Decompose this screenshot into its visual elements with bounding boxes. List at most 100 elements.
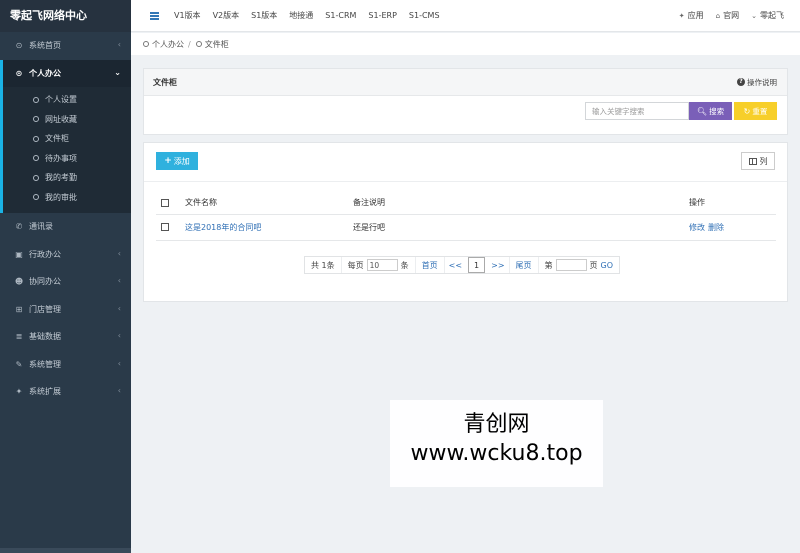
help-link[interactable]: ? 操作说明 <box>737 77 777 88</box>
actions-cell: 修改 删除 <box>689 214 776 241</box>
menu-toggle-icon[interactable] <box>150 11 162 20</box>
top-link-s1-cms[interactable]: S1-CMS <box>409 11 440 20</box>
reset-button[interactable]: ↻ 重置 <box>734 102 777 120</box>
sidebar-subitem-file-cabinet[interactable]: 文件柜 <box>3 129 131 149</box>
sidebar-item-collaboration[interactable]: ☻ 协同办公 ‹ <box>0 268 131 296</box>
file-name-link[interactable]: 这是2018年的合同吧 <box>185 223 261 232</box>
top-link-apps[interactable]: ✦ 应用 <box>679 10 704 21</box>
chevron-left-icon: ‹ <box>117 276 121 285</box>
top-right-menu: ✦ 应用 ⌂ 官网 ⌄ 零起飞 <box>679 10 800 21</box>
rocket-icon: ✦ <box>15 387 23 397</box>
chevron-down-icon: ⌄ <box>751 11 757 20</box>
jump-unit: 页 <box>589 260 598 270</box>
search-input[interactable] <box>585 102 689 120</box>
pagination: 共 1条 每页 条 首页 << 1 >> 尾页 第 页 GO <box>304 256 621 274</box>
pager-total: 共 1条 <box>305 257 342 273</box>
table-row: 这是2018年的合同吧 还是行吧 修改 删除 <box>156 214 776 241</box>
columns-icon <box>748 157 757 165</box>
top-link-s1-crm[interactable]: S1-CRM <box>325 11 356 20</box>
sidebar-subitem-settings[interactable]: 个人设置 <box>3 90 131 110</box>
reset-button-label: 重置 <box>752 106 768 116</box>
pager-pages: << 1 >> <box>445 257 510 273</box>
top-link-s1-erp[interactable]: S1-ERP <box>368 11 397 20</box>
per-page-label: 每页 <box>347 260 364 270</box>
per-page-input[interactable] <box>366 259 398 271</box>
dashboard-icon: ⊙ <box>15 41 23 51</box>
sidebar-item-personal-office[interactable]: ⊙ 个人办公 ⌄ <box>0 59 131 87</box>
sidebar-item-system-extension[interactable]: ✦ 系统扩展 ‹ <box>0 378 131 406</box>
per-page-unit: 条 <box>400 260 409 270</box>
breadcrumb-item-personal-office[interactable]: 个人办公 <box>152 39 184 50</box>
delete-link[interactable]: 删除 <box>708 223 724 232</box>
jump-page-input[interactable] <box>555 259 587 271</box>
watermark-line-2: www.wcku8.top <box>410 441 583 466</box>
select-all-checkbox[interactable] <box>161 198 169 207</box>
target-icon: ⊙ <box>15 68 23 78</box>
circle-icon <box>33 116 39 123</box>
row-select-cell <box>156 214 185 241</box>
columns-button-label: 列 <box>759 156 768 166</box>
jump-go-button[interactable]: GO <box>601 261 614 270</box>
edit-link[interactable]: 修改 <box>689 223 705 232</box>
sidebar-subitem-attendance[interactable]: 我的考勤 <box>3 168 131 188</box>
header-actions: 操作 <box>689 192 776 215</box>
top-link-v2[interactable]: V2版本 <box>213 10 240 21</box>
panel-title: 文件柜 <box>153 77 177 87</box>
sidebar-subitem-label: 个人设置 <box>45 95 77 105</box>
file-list-panel: + 添加 列 文件名称 备注说明 操作 这是2018年的合同吧 还是行吧 修改 删除… <box>143 142 788 302</box>
sidebar-item-label: 基础数据 <box>29 332 61 342</box>
breadcrumb-item-file-cabinet: 文件柜 <box>204 39 229 49</box>
user-menu[interactable]: ⌄ 零起飞 <box>751 10 784 21</box>
add-button[interactable]: + 添加 <box>156 152 198 170</box>
sidebar-item-label: 系统扩展 <box>29 387 61 397</box>
watermark: 青创网 www.wcku8.top <box>390 400 603 487</box>
pager-last[interactable]: 尾页 <box>510 257 539 273</box>
pager-first[interactable]: 首页 <box>416 257 445 273</box>
select-all-cell <box>156 192 185 215</box>
sidebar-item-label: 通讯录 <box>29 222 53 232</box>
sidebar-item-contacts[interactable]: ✆ 通讯录 <box>0 213 131 241</box>
toolbar-divider <box>144 181 787 182</box>
top-link-s1[interactable]: S1版本 <box>251 10 277 21</box>
top-link-website[interactable]: ⌂ 官网 <box>716 10 739 21</box>
sidebar-item-base-data[interactable]: ≣ 基础数据 ‹ <box>0 323 131 351</box>
row-checkbox[interactable] <box>161 223 169 231</box>
chevron-left-icon: ‹ <box>117 248 121 258</box>
sidebar-subitem-approval[interactable]: 我的审批 <box>3 188 131 208</box>
circle-icon <box>33 155 39 162</box>
sidebar-submenu: 个人设置 网址收藏 文件柜 待办事项 我的考勤 我的审批 <box>0 87 131 213</box>
circle-icon <box>195 41 202 47</box>
home-icon: ⌂ <box>715 11 721 20</box>
rocket-icon: ✦ <box>678 11 685 20</box>
chevron-left-icon: ‹ <box>117 331 121 340</box>
brand-title: 零起飞网络中心 <box>0 0 131 32</box>
table-header-row: 文件名称 备注说明 操作 <box>156 192 776 215</box>
top-link-dijietong[interactable]: 地接通 <box>289 10 313 21</box>
columns-button[interactable]: 列 <box>741 152 775 170</box>
pager-next[interactable]: >> <box>491 261 504 270</box>
sidebar: 零起飞网络中心 ⊙ 系统首页 ‹ ⊙ 个人办公 ⌄ 个人设置 网址收藏 文件柜 … <box>0 0 131 553</box>
jump-label: 第 <box>544 260 553 270</box>
sidebar-item-label: 协同办公 <box>29 277 61 287</box>
sidebar-item-home[interactable]: ⊙ 系统首页 ‹ <box>0 32 131 60</box>
sidebar-subitem-bookmarks[interactable]: 网址收藏 <box>3 110 131 130</box>
file-name-cell: 这是2018年的合同吧 <box>185 214 353 241</box>
circle-icon <box>33 194 39 201</box>
top-link-v1[interactable]: V1版本 <box>174 10 201 21</box>
search-panel: 文件柜 ?操作说明 🔍︎搜索 ↻重置 <box>143 68 788 135</box>
top-link-apps-label: 应用 <box>687 11 704 20</box>
sidebar-item-label: 系统管理 <box>29 359 61 369</box>
sidebar-item-store-management[interactable]: ⊞ 门店管理 ‹ <box>0 296 131 324</box>
sidebar-subitem-todo[interactable]: 待办事项 <box>3 149 131 169</box>
sidebar-item-admin-office[interactable]: ▣ 行政办公 ‹ <box>0 241 131 269</box>
pager-current: 1 <box>468 257 486 273</box>
user-menu-label: 零起飞 <box>760 11 784 20</box>
sidebar-item-system-management[interactable]: ✎ 系统管理 ‹ <box>0 351 131 379</box>
search-button[interactable]: 🔍︎ 搜索 <box>689 102 732 120</box>
add-button-label: 添加 <box>173 156 190 166</box>
sidebar-subitem-label: 网址收藏 <box>45 114 77 124</box>
panel-header: 文件柜 ? 操作说明 <box>144 69 787 96</box>
pager-prev[interactable]: << <box>449 261 462 270</box>
file-table: 文件名称 备注说明 操作 这是2018年的合同吧 还是行吧 修改 删除 <box>156 192 776 241</box>
top-link-website-label: 官网 <box>723 11 740 20</box>
